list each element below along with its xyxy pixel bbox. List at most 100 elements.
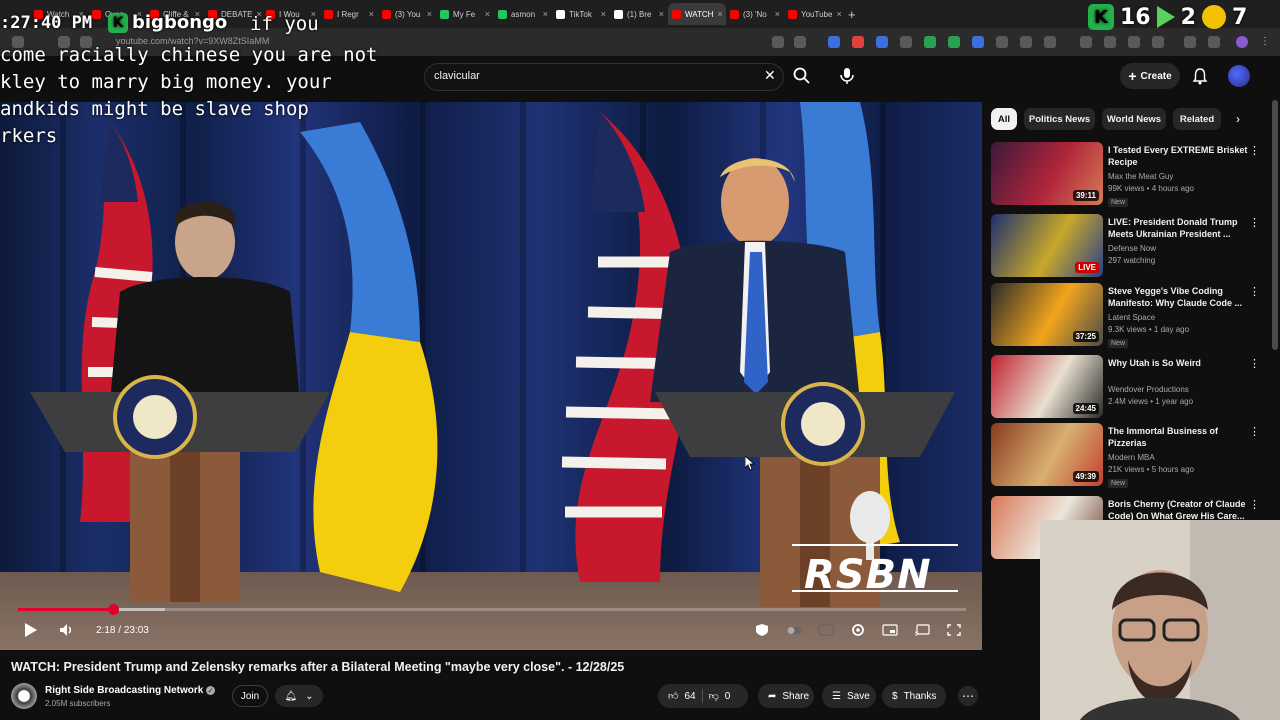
like-dislike-pill[interactable]: 👍︎ 64 👎︎ 0: [658, 684, 748, 708]
recommendation-channel[interactable]: Wendover Productions: [1108, 385, 1189, 394]
tab-close-icon[interactable]: ×: [836, 9, 841, 19]
create-button[interactable]: + Create: [1120, 63, 1180, 89]
recommendation-menu-icon[interactable]: ⋮: [1249, 357, 1260, 370]
extension-icon[interactable]: [828, 36, 840, 48]
browser-tab[interactable]: YouTube ×: [784, 3, 842, 25]
chevron-right-icon[interactable]: ›: [1236, 112, 1240, 126]
recommendation-channel[interactable]: Max the Meat Guy: [1108, 172, 1173, 181]
browser-tab[interactable]: I Regr ×: [320, 3, 378, 25]
notifications-bell-icon[interactable]: [1192, 67, 1208, 85]
extension-icon[interactable]: [1184, 36, 1196, 48]
chip-world-news[interactable]: World News: [1102, 108, 1166, 130]
browser-tab[interactable]: asmon ×: [494, 3, 552, 25]
recommendation-item[interactable]: 24:45 Why Utah is So Weird Wendover Produc…: [991, 355, 1271, 421]
more-actions-icon[interactable]: ⋯: [958, 686, 978, 706]
channel-name[interactable]: Right Side Broadcasting Network: [45, 685, 203, 696]
browser-tab[interactable]: (3) You ×: [378, 3, 436, 25]
tab-close-icon[interactable]: ×: [485, 9, 490, 19]
dislike-icon[interactable]: 👎︎: [709, 690, 719, 702]
recommendation-menu-icon[interactable]: ⋮: [1249, 285, 1260, 298]
devtools-icon[interactable]: [1128, 36, 1140, 48]
browser-menu-icon[interactable]: ⋮: [1260, 36, 1272, 48]
chip-all[interactable]: All: [991, 108, 1017, 130]
join-button[interactable]: Join: [232, 685, 268, 707]
recommendation-menu-icon[interactable]: ⋮: [1249, 425, 1260, 438]
extension-icon[interactable]: [1104, 36, 1116, 48]
recommendation-title[interactable]: I Tested Every EXTREME Brisket Recipe: [1108, 144, 1248, 168]
extension-icon[interactable]: [972, 36, 984, 48]
captions-icon[interactable]: [818, 623, 834, 637]
recommendation-title[interactable]: Boris Cherny (Creator of Claude Code) On…: [1108, 498, 1248, 522]
autoplay-toggle-icon[interactable]: [786, 623, 802, 637]
recommendation-thumbnail[interactable]: 24:45: [991, 355, 1103, 418]
extension-icon[interactable]: [996, 36, 1008, 48]
account-avatar[interactable]: [1228, 65, 1250, 87]
recommendation-channel[interactable]: Defense Now: [1108, 244, 1156, 253]
recommendation-item[interactable]: 39:11 I Tested Every EXTREME Brisket Reci…: [991, 142, 1271, 208]
volume-icon[interactable]: [58, 622, 74, 638]
recommendation-title[interactable]: Steve Yegge's Vibe Coding Manifesto: Why…: [1108, 285, 1248, 309]
recommendation-item[interactable]: 49:39 The Immortal Business of Pizzerias M…: [991, 423, 1271, 489]
like-icon[interactable]: 👍︎: [668, 690, 678, 702]
thanks-button[interactable]: $ Thanks: [882, 684, 946, 708]
browser-tab[interactable]: My Fe ×: [436, 3, 494, 25]
extension-icon[interactable]: [1152, 36, 1164, 48]
recommendation-thumbnail[interactable]: 37:25: [991, 283, 1103, 346]
channel-avatar[interactable]: [11, 683, 37, 709]
progress-bar[interactable]: [18, 604, 966, 615]
progress-scrubber[interactable]: [107, 604, 119, 615]
new-tab-icon[interactable]: +: [848, 7, 856, 22]
extension-icon[interactable]: [852, 36, 864, 48]
recommendation-title[interactable]: LIVE: President Donald Trump Meets Ukrai…: [1108, 216, 1248, 240]
recommendation-menu-icon[interactable]: ⋮: [1249, 144, 1260, 157]
miniplayer-icon[interactable]: [882, 623, 898, 637]
fullscreen-icon[interactable]: [946, 623, 962, 637]
browser-tab[interactable]: WATCH ×: [668, 3, 726, 25]
profile-icon[interactable]: [1236, 36, 1248, 48]
sponsorblock-icon[interactable]: [754, 623, 770, 637]
microphone-icon[interactable]: [838, 66, 856, 86]
bookmark-star-icon[interactable]: [794, 36, 806, 48]
recommendation-thumbnail[interactable]: 39:11: [991, 142, 1103, 205]
search-icon[interactable]: [792, 66, 812, 86]
tab-close-icon[interactable]: ×: [775, 9, 780, 19]
recommendation-title[interactable]: The Immortal Business of Pizzerias: [1108, 425, 1248, 449]
tab-close-icon[interactable]: ×: [601, 9, 606, 19]
video-player[interactable]: RSBN: [0, 102, 982, 650]
recommendation-item[interactable]: 37:25 Steve Yegge's Vibe Coding Manifesto…: [991, 283, 1271, 349]
search-input[interactable]: clavicular: [434, 70, 480, 82]
recommendation-channel[interactable]: Modern MBA: [1108, 453, 1155, 462]
tab-close-icon[interactable]: ×: [717, 9, 722, 19]
extension-icon[interactable]: [948, 36, 960, 48]
play-icon[interactable]: [25, 623, 37, 637]
recommendation-menu-icon[interactable]: ⋮: [1249, 498, 1260, 511]
browser-tab[interactable]: (1) Bre ×: [610, 3, 668, 25]
clear-search-icon[interactable]: ✕: [764, 67, 776, 84]
sidebar-scrollbar[interactable]: [1272, 100, 1278, 350]
tab-close-icon[interactable]: ×: [659, 9, 664, 19]
recommendation-item[interactable]: LIVE LIVE: President Donald Trump Meets U…: [991, 214, 1271, 280]
extensions-puzzle-icon[interactable]: [1044, 36, 1056, 48]
save-button[interactable]: ☰ Save: [822, 684, 876, 708]
tab-close-icon[interactable]: ×: [369, 9, 374, 19]
recommendation-menu-icon[interactable]: ⋮: [1249, 216, 1260, 229]
install-icon[interactable]: [772, 36, 784, 48]
browser-tab[interactable]: TikTok ×: [552, 3, 610, 25]
extension-icon[interactable]: [1020, 36, 1032, 48]
chip-related[interactable]: Related: [1173, 108, 1221, 130]
extension-icon[interactable]: [900, 36, 912, 48]
extension-icon[interactable]: [876, 36, 888, 48]
history-icon[interactable]: [1080, 36, 1092, 48]
extension-icon[interactable]: [924, 36, 936, 48]
browser-tab[interactable]: (3) 'No ×: [726, 3, 784, 25]
settings-gear-icon[interactable]: [850, 623, 866, 637]
recommendation-title[interactable]: Why Utah is So Weird: [1108, 357, 1248, 369]
tab-close-icon[interactable]: ×: [427, 9, 432, 19]
downloads-icon[interactable]: [1208, 36, 1220, 48]
chip-politics-news[interactable]: Politics News: [1024, 108, 1095, 130]
share-button[interactable]: ➦ Share: [758, 684, 814, 708]
recommendation-thumbnail[interactable]: 49:39: [991, 423, 1103, 486]
subscription-bell-button[interactable]: 🔔︎ ⌄: [275, 685, 323, 707]
recommendation-channel[interactable]: Latent Space: [1108, 313, 1155, 322]
tab-close-icon[interactable]: ×: [543, 9, 548, 19]
